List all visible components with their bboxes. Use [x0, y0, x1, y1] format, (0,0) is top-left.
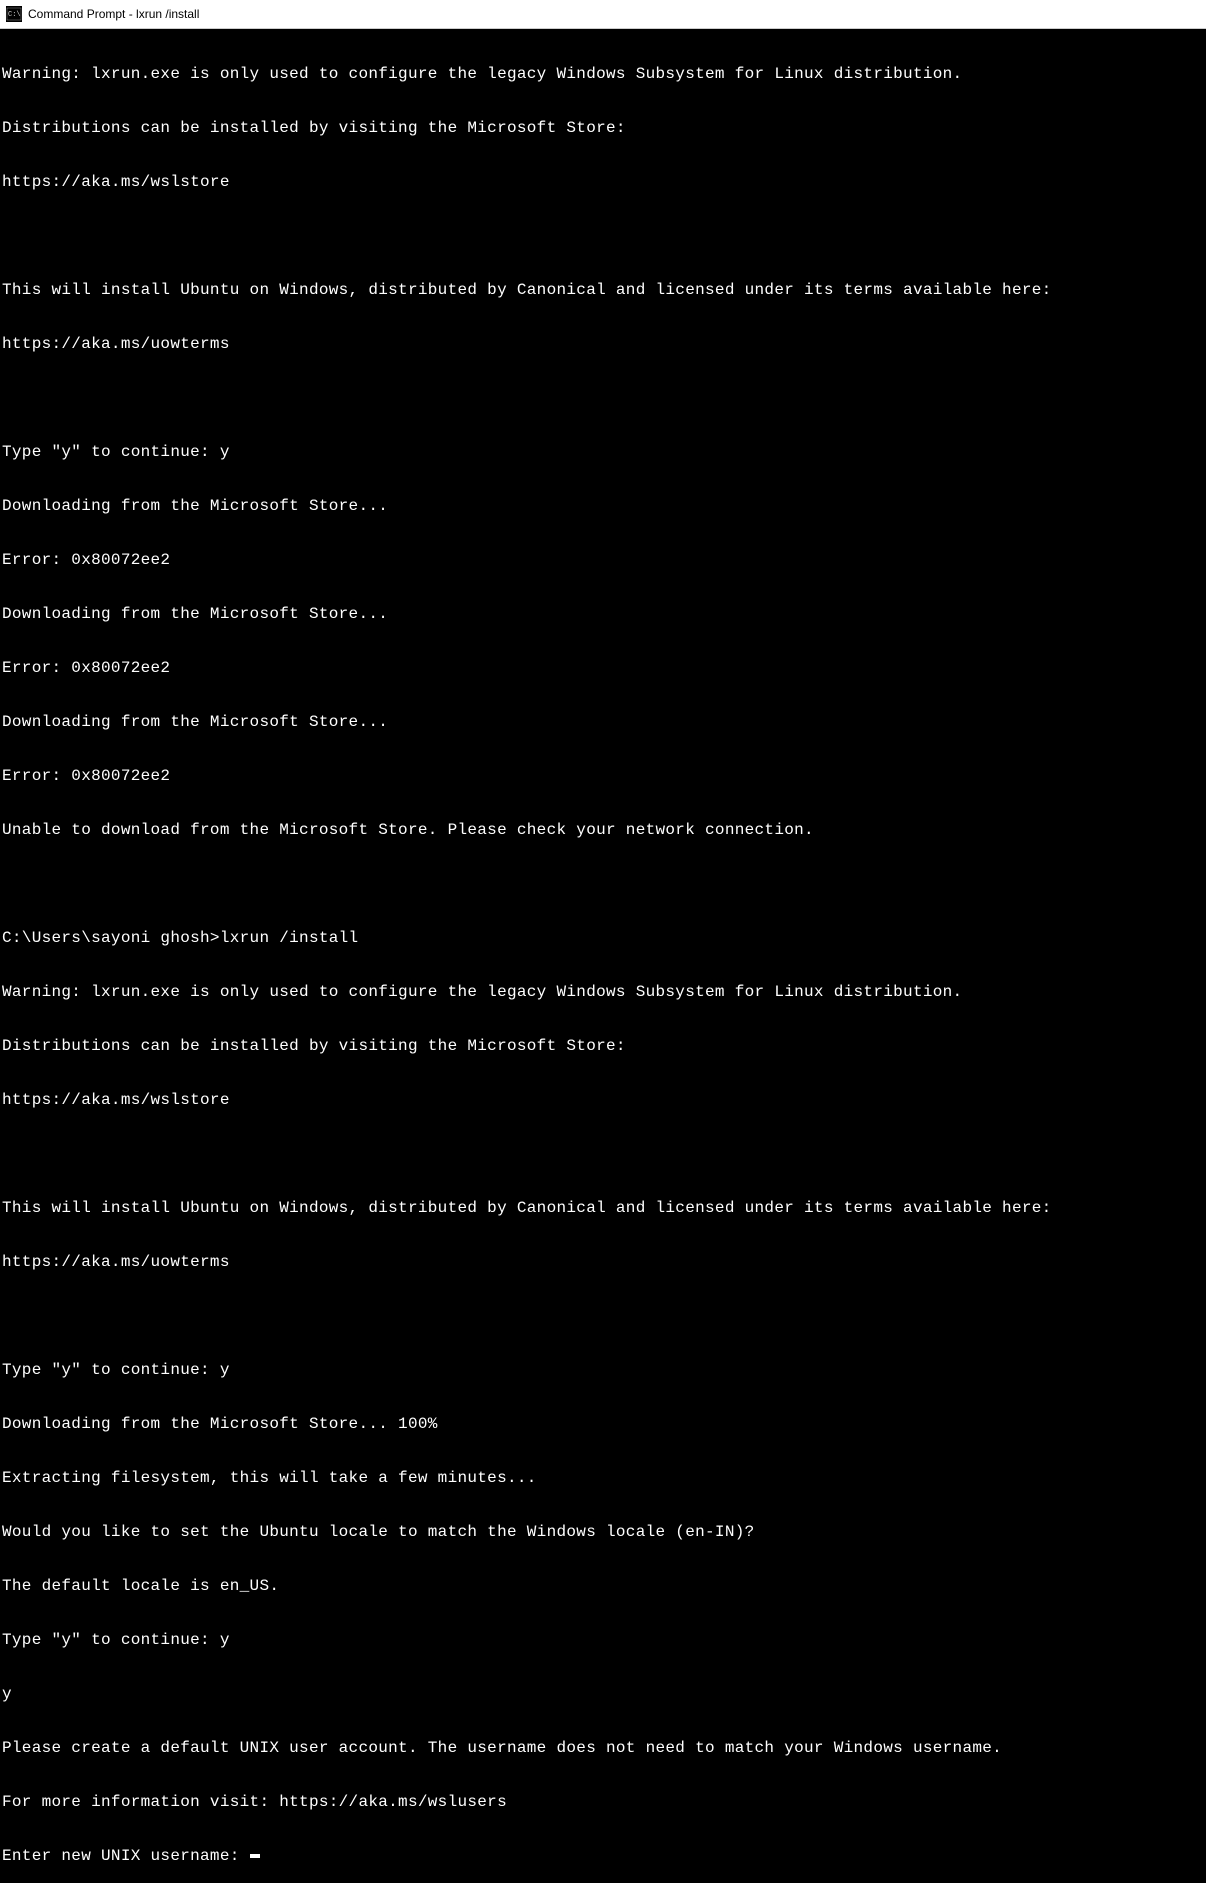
svg-text:C:\: C:\: [8, 11, 21, 19]
terminal-line: Type "y" to continue: y: [2, 1631, 1204, 1649]
terminal-prompt-line: Enter new UNIX username:: [2, 1847, 1204, 1865]
terminal-line: Distributions can be installed by visiti…: [2, 1037, 1204, 1055]
window-title: Command Prompt - lxrun /install: [28, 7, 1200, 21]
terminal-line: Downloading from the Microsoft Store... …: [2, 1415, 1204, 1433]
terminal-line: [2, 875, 1204, 893]
terminal-line: Downloading from the Microsoft Store...: [2, 605, 1204, 623]
cmd-icon: C:\: [6, 6, 22, 22]
terminal-line: https://aka.ms/wslstore: [2, 1091, 1204, 1109]
terminal-cursor: [250, 1854, 260, 1858]
terminal-line: [2, 389, 1204, 407]
terminal-line: The default locale is en_US.: [2, 1577, 1204, 1595]
terminal-line: https://aka.ms/uowterms: [2, 335, 1204, 353]
terminal-line: Type "y" to continue: y: [2, 443, 1204, 461]
terminal-line: [2, 227, 1204, 245]
terminal-line: y: [2, 1685, 1204, 1703]
terminal-line: Distributions can be installed by visiti…: [2, 119, 1204, 137]
terminal-line: Please create a default UNIX user accoun…: [2, 1739, 1204, 1757]
terminal-line: Downloading from the Microsoft Store...: [2, 713, 1204, 731]
terminal-line: Unable to download from the Microsoft St…: [2, 821, 1204, 839]
terminal-line: Error: 0x80072ee2: [2, 659, 1204, 677]
terminal-line: Extracting filesystem, this will take a …: [2, 1469, 1204, 1487]
terminal-line: [2, 1145, 1204, 1163]
terminal-line: https://aka.ms/uowterms: [2, 1253, 1204, 1271]
terminal-output[interactable]: Warning: lxrun.exe is only used to confi…: [0, 29, 1206, 957]
terminal-line: https://aka.ms/wslstore: [2, 173, 1204, 191]
terminal-line: For more information visit: https://aka.…: [2, 1793, 1204, 1811]
terminal-line: Warning: lxrun.exe is only used to confi…: [2, 65, 1204, 83]
terminal-line: [2, 1307, 1204, 1325]
terminal-line: Would you like to set the Ubuntu locale …: [2, 1523, 1204, 1541]
terminal-line: Error: 0x80072ee2: [2, 551, 1204, 569]
unix-username-prompt: Enter new UNIX username:: [2, 1847, 250, 1865]
window-titlebar[interactable]: C:\ Command Prompt - lxrun /install: [0, 0, 1206, 29]
terminal-line: This will install Ubuntu on Windows, dis…: [2, 281, 1204, 299]
terminal-line: C:\Users\sayoni ghosh>lxrun /install: [2, 929, 1204, 947]
terminal-line: Warning: lxrun.exe is only used to confi…: [2, 983, 1204, 1001]
terminal-line: Error: 0x80072ee2: [2, 767, 1204, 785]
terminal-line: This will install Ubuntu on Windows, dis…: [2, 1199, 1204, 1217]
terminal-line: Type "y" to continue: y: [2, 1361, 1204, 1379]
terminal-line: Downloading from the Microsoft Store...: [2, 497, 1204, 515]
